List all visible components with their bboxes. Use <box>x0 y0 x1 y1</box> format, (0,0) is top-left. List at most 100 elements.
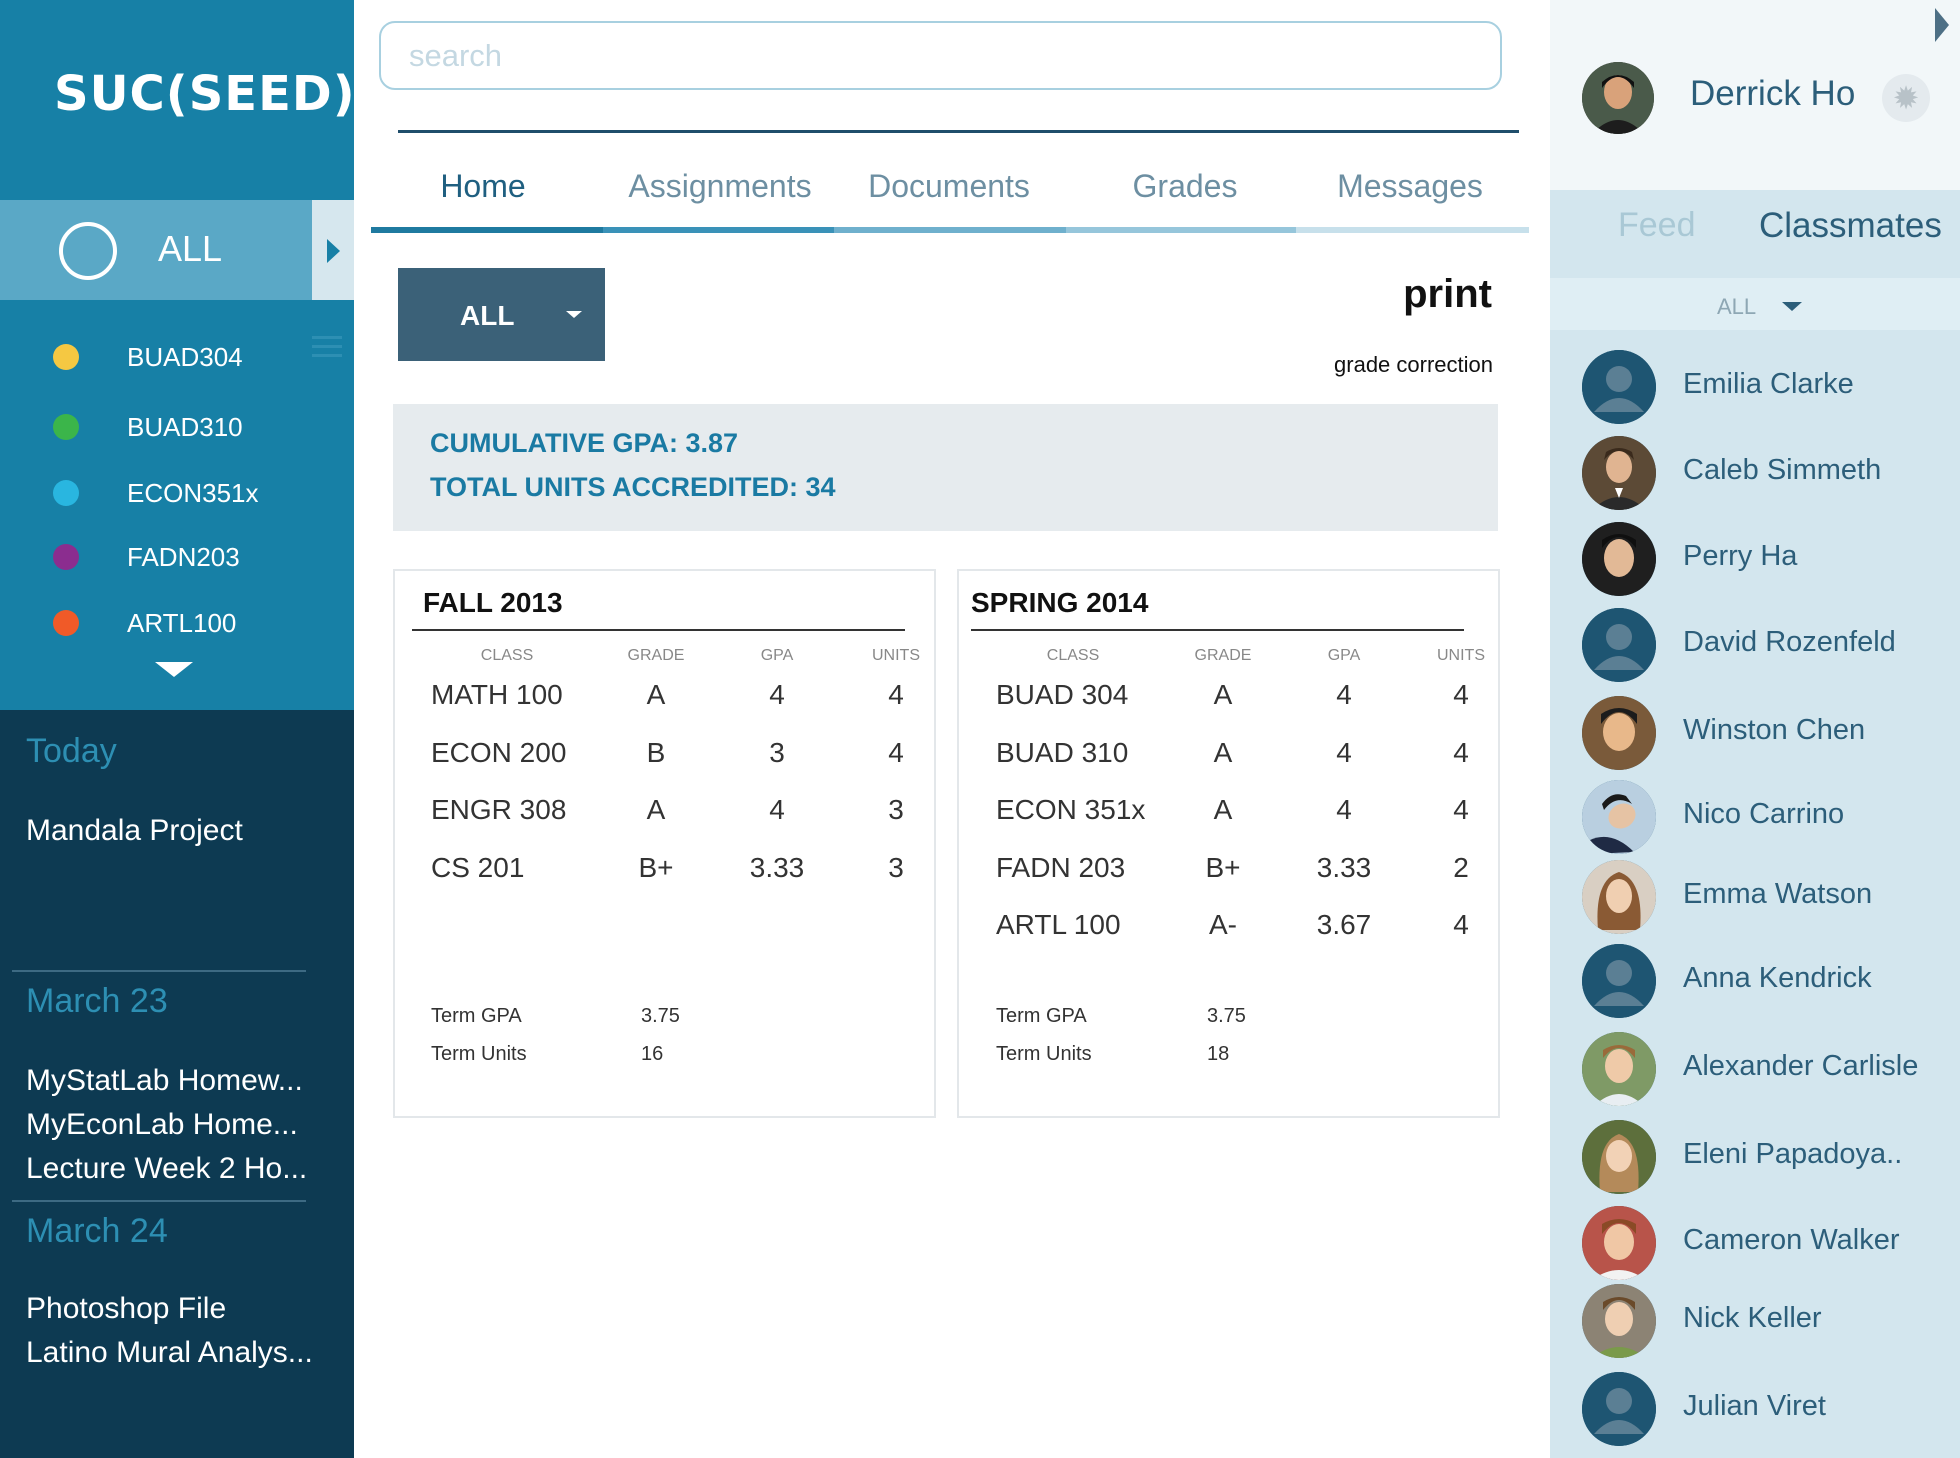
classmate-name: Alexander Carlisle <box>1683 1050 1919 1082</box>
classmate-name: Emilia Clarke <box>1683 368 1854 400</box>
term-filter-dropdown[interactable]: ALL <box>398 268 605 361</box>
classmate-item[interactable]: Emilia Clarke <box>1550 348 1960 428</box>
tab-home[interactable]: Home <box>398 168 568 205</box>
divider <box>12 1200 306 1202</box>
tab-messages[interactable]: Messages <box>1330 168 1490 205</box>
term-card-spring-2014: SPRING 2014 CLASS GRADE GPA UNITS BUAD 3… <box>957 569 1500 1118</box>
search-box[interactable] <box>379 21 1502 90</box>
tab-feed[interactable]: Feed <box>1618 206 1696 245</box>
caret-down-icon <box>566 311 582 318</box>
grade-cell: A- <box>1209 909 1237 940</box>
agenda-heading-march24: March 24 <box>26 1212 168 1250</box>
class-cell: ECON 351x <box>996 794 1146 825</box>
course-item-fadn203[interactable]: FADN203 <box>0 536 312 576</box>
expand-courses-icon[interactable] <box>155 662 193 677</box>
tab-assignments[interactable]: Assignments <box>620 168 820 205</box>
class-cell: CS 201 <box>431 852 525 883</box>
agenda-item[interactable]: Lecture Week 2 Ho... <box>26 1152 307 1186</box>
classmate-item[interactable]: Alexander Carlisle <box>1550 1030 1960 1110</box>
avatar <box>1582 860 1656 934</box>
grade-cell: B+ <box>638 852 674 883</box>
tab-indicator-home <box>371 227 603 233</box>
collapse-panel-icon[interactable] <box>1935 8 1949 42</box>
term-units-value: 18 <box>1207 1043 1230 1065</box>
classmate-item[interactable]: Caleb Simmeth <box>1550 434 1960 514</box>
tab-grades[interactable]: Grades <box>1105 168 1265 205</box>
gpa-cell: 4 <box>769 794 785 825</box>
classmate-item[interactable]: Eleni Papadoya.. <box>1550 1118 1960 1198</box>
classmate-item[interactable]: David Rozenfeld <box>1550 606 1960 686</box>
gpa-summary: CUMULATIVE GPA: 3.87 TOTAL UNITS ACCREDI… <box>393 404 1498 531</box>
classmate-item[interactable]: Winston Chen <box>1550 694 1960 774</box>
avatar <box>1582 436 1656 510</box>
agenda-item[interactable]: Latino Mural Analys... <box>26 1336 313 1370</box>
search-input[interactable] <box>407 37 1407 75</box>
term-filter-value: ALL <box>460 300 515 331</box>
course-item-artl100[interactable]: ARTL100 <box>0 602 312 642</box>
course-name: ARTL100 <box>127 608 237 638</box>
term-units-value: 16 <box>641 1043 664 1065</box>
print-link[interactable]: print <box>1403 272 1492 317</box>
units-cell: 4 <box>1453 737 1469 768</box>
agenda-item[interactable]: Photoshop File <box>26 1292 226 1326</box>
classmate-item[interactable]: Anna Kendrick <box>1550 942 1960 1022</box>
course-name: FADN203 <box>127 542 240 572</box>
classmate-item[interactable]: Nick Keller <box>1550 1282 1960 1362</box>
avatar[interactable] <box>1582 62 1654 134</box>
units-cell: 4 <box>888 679 904 710</box>
units-cell: 4 <box>1453 909 1469 940</box>
expand-sidebar-button[interactable] <box>312 200 354 300</box>
gpa-cell: 3.33 <box>749 852 805 883</box>
course-color-dot-icon <box>53 480 79 506</box>
menu-icon[interactable] <box>312 336 342 360</box>
course-item-buad304[interactable]: BUAD304 <box>0 336 312 376</box>
column-header-class: CLASS <box>1046 647 1100 664</box>
column-header-units: UNITS <box>872 647 920 664</box>
agenda-item[interactable]: MyEconLab Home... <box>26 1108 298 1142</box>
course-item-buad310[interactable]: BUAD310 <box>0 406 312 446</box>
classmate-item[interactable]: Nico Carrino <box>1550 778 1960 858</box>
classmate-name: Caleb Simmeth <box>1683 454 1882 486</box>
tab-indicator-grades <box>1066 227 1296 233</box>
caret-down-icon <box>1782 302 1802 311</box>
gear-icon[interactable]: ✹ <box>1882 74 1930 122</box>
agenda-item[interactable]: MyStatLab Homew... <box>26 1064 303 1098</box>
course-color-dot-icon <box>53 414 79 440</box>
units-cell: 4 <box>888 737 904 768</box>
term-gpa-label: Term GPA <box>431 1005 522 1027</box>
gpa-cell: 3 <box>769 737 785 768</box>
cumulative-gpa: CUMULATIVE GPA: 3.87 <box>430 428 739 458</box>
classmate-item[interactable]: Cameron Walker <box>1550 1204 1960 1284</box>
units-cell: 3 <box>888 852 904 883</box>
classmate-name: Cameron Walker <box>1683 1224 1900 1256</box>
divider <box>12 970 306 972</box>
column-header-units: UNITS <box>1437 647 1485 664</box>
classmates-filter[interactable]: ALL <box>1550 278 1960 330</box>
agenda-item[interactable]: Mandala Project <box>26 814 243 848</box>
header-divider <box>398 130 1519 133</box>
classmate-item[interactable]: Emma Watson <box>1550 858 1960 938</box>
all-courses-filter[interactable]: ALL <box>0 200 312 300</box>
column-header-grade: GRADE <box>627 647 685 664</box>
classmate-name: Nico Carrino <box>1683 798 1845 830</box>
grade-cell: A <box>646 794 666 825</box>
classmate-item[interactable]: Perry Ha <box>1550 520 1960 600</box>
grade-cell: B+ <box>1205 852 1241 883</box>
total-units: TOTAL UNITS ACCREDITED: 34 <box>430 472 836 502</box>
avatar-placeholder-icon <box>1582 1372 1656 1446</box>
classmate-item[interactable]: Julian Viret <box>1550 1370 1960 1450</box>
grade-correction-link[interactable]: grade correction <box>1334 352 1493 378</box>
classmate-name: Eleni Papadoya.. <box>1683 1138 1903 1170</box>
tab-documents[interactable]: Documents <box>854 168 1044 205</box>
course-name: ECON351x <box>127 478 259 508</box>
avatar <box>1582 1032 1656 1106</box>
course-item-econ351x[interactable]: ECON351x <box>0 472 312 512</box>
units-cell: 3 <box>888 794 904 825</box>
tab-classmates[interactable]: Classmates <box>1759 206 1942 246</box>
avatar <box>1582 1206 1656 1280</box>
tab-indicator-messages <box>1296 227 1529 233</box>
column-header-gpa: GPA <box>1327 647 1361 664</box>
divider <box>412 629 905 631</box>
gpa-cell: 4 <box>1336 737 1352 768</box>
class-cell: MATH 100 <box>431 679 563 710</box>
